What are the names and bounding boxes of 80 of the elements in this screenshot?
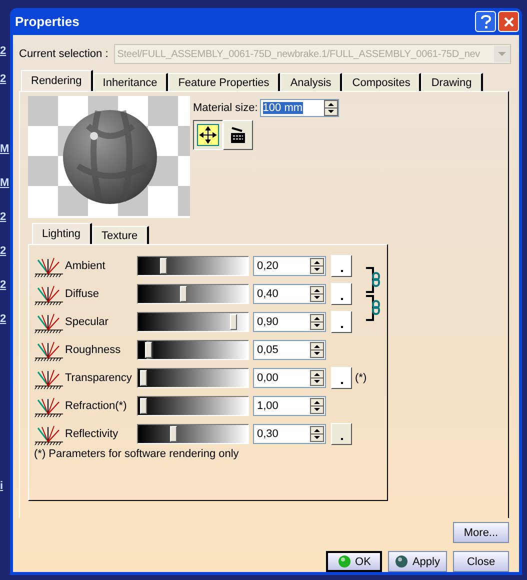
spinner-arrows-icon[interactable] [310, 286, 324, 302]
parameter-label: Transparency [65, 372, 133, 384]
field-label: Material size: [193, 102, 258, 114]
slider-thumb[interactable] [230, 314, 237, 330]
spinner-arrows-icon[interactable] [310, 370, 324, 386]
spinner-arrows-icon[interactable] [324, 100, 338, 116]
chain-link-icon[interactable] [365, 265, 381, 295]
color-button[interactable] [331, 255, 352, 277]
background-text: M [0, 176, 10, 190]
status-ball-icon [395, 555, 408, 568]
parameter-label: Roughness [65, 344, 122, 356]
tab[interactable]: Analysis [280, 73, 342, 91]
move-arrows-icon [197, 124, 219, 146]
slider-track[interactable] [137, 368, 249, 388]
slider-track[interactable] [137, 396, 249, 416]
tab[interactable]: Feature Properties [168, 73, 280, 91]
tab[interactable]: Texture [92, 226, 149, 244]
background-text: i [0, 479, 4, 493]
color-button[interactable] [331, 283, 352, 305]
background-text: 2 [0, 210, 6, 224]
spinner-arrows-icon[interactable] [310, 314, 324, 330]
color-button[interactable] [331, 367, 352, 389]
move-button[interactable] [193, 120, 223, 150]
footnote-text: (*) Parameters for software rendering only [34, 448, 240, 460]
apply-button[interactable]: Apply [388, 551, 447, 572]
color-button[interactable] [331, 423, 352, 445]
tab[interactable]: Composites [342, 73, 422, 91]
value-field[interactable]: 0,05 [253, 340, 326, 360]
status-ball-icon [338, 555, 352, 568]
window-title: Properties [15, 14, 80, 29]
slider-thumb[interactable] [145, 342, 152, 358]
tab[interactable]: Lighting [32, 223, 92, 244]
background-text: 2 [0, 278, 6, 292]
slider-thumb[interactable] [180, 286, 187, 302]
parameter-label: Diffuse [65, 288, 100, 300]
parameter-label: Ambient [65, 260, 106, 272]
projector-button[interactable] [223, 120, 253, 150]
value-field[interactable]: 0,30 [253, 424, 326, 444]
footnote-mark: (*) [355, 372, 367, 384]
value-field[interactable]: 0,20 [253, 256, 326, 276]
slider-track[interactable] [137, 256, 249, 276]
help-icon [480, 14, 492, 28]
spinner-arrows-icon[interactable] [310, 426, 324, 442]
field-label: Current selection : [19, 48, 108, 60]
parameter-label: Specular [65, 316, 110, 328]
slider-thumb[interactable] [170, 426, 177, 442]
dialog-button[interactable]: Close [453, 551, 509, 572]
background-text: 2 [0, 244, 6, 258]
material-size-field[interactable]: 100 mm [260, 99, 339, 117]
ok-button[interactable]: OK [326, 551, 382, 572]
slider-track[interactable] [137, 340, 249, 360]
slider-track[interactable] [137, 312, 249, 332]
slider-thumb[interactable] [160, 258, 167, 274]
spinner-arrows-icon[interactable] [310, 342, 324, 358]
slider-track[interactable] [137, 284, 249, 304]
dialog-button[interactable]: More... [453, 522, 509, 543]
tab[interactable]: Inheritance [92, 73, 168, 91]
spinner-arrows-icon[interactable] [310, 398, 324, 414]
value-field[interactable]: 0,40 [253, 284, 326, 304]
slider-thumb[interactable] [140, 398, 147, 414]
tab[interactable]: Rendering [21, 70, 93, 91]
chain-link-icon[interactable] [365, 293, 381, 323]
close-icon [502, 16, 514, 28]
background-text: 2 [0, 312, 6, 326]
parameter-label: Reflectivity [65, 428, 120, 440]
tab[interactable]: Drawing [421, 73, 483, 91]
help-button[interactable] [475, 11, 496, 32]
slider-thumb[interactable] [140, 370, 147, 386]
color-button[interactable] [331, 311, 352, 333]
value-field[interactable]: 0,90 [253, 312, 326, 332]
slider-track[interactable] [137, 424, 249, 444]
parameter-label: Refraction(*) [65, 400, 128, 412]
background-text: 2 [0, 44, 6, 58]
background-text: M [0, 142, 10, 156]
background-text: 2 [0, 72, 6, 86]
value-field[interactable]: 0,00 [253, 368, 326, 388]
close-button[interactable] [498, 11, 519, 32]
value-field[interactable]: 1,00 [253, 396, 326, 416]
spinner-arrows-icon[interactable] [310, 258, 324, 274]
clapperboard-icon [230, 126, 246, 144]
